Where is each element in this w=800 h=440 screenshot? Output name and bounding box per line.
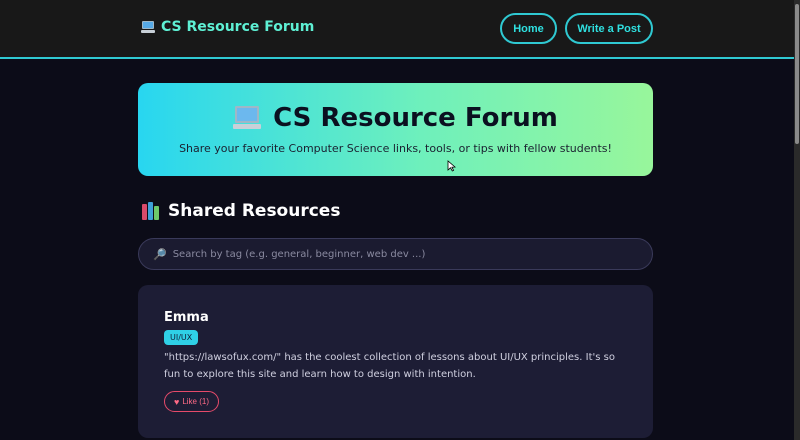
section-heading: Shared Resources <box>142 201 340 221</box>
section-title: Shared Resources <box>168 201 341 221</box>
books-icon <box>142 202 160 220</box>
write-post-button[interactable]: Write a Post <box>565 13 653 44</box>
laptop-icon <box>141 21 155 33</box>
search-bar[interactable]: 🔎 <box>138 238 653 270</box>
navbar: CS Resource Forum Home Write a Post <box>0 0 794 59</box>
brand[interactable]: CS Resource Forum <box>141 19 314 35</box>
home-button[interactable]: Home <box>500 13 557 44</box>
hero-title-row: CS Resource Forum <box>138 103 653 133</box>
mouse-cursor-icon <box>447 160 456 172</box>
post-author: Emma <box>164 310 209 325</box>
post-tag[interactable]: UI/UX <box>164 330 199 345</box>
like-label: Like (1) <box>182 397 210 406</box>
magnifier-icon: 🔎 <box>153 247 167 261</box>
hero-title: CS Resource Forum <box>273 103 558 133</box>
post-body: "https://lawsofux.com/" has the coolest … <box>164 352 615 380</box>
like-button[interactable]: ♥ Like (1) <box>164 391 219 412</box>
heart-icon: ♥ <box>173 396 180 407</box>
scrollbar-thumb[interactable] <box>795 4 799 144</box>
laptop-icon <box>233 106 262 130</box>
hero-banner: CS Resource Forum Share your favorite Co… <box>138 83 653 176</box>
post-card: Emma UI/UX "https://lawsofux.com/" has t… <box>138 285 653 438</box>
hero-subtitle: Share your favorite Computer Science lin… <box>179 142 612 155</box>
brand-title[interactable]: CS Resource Forum <box>161 19 314 35</box>
search-input[interactable] <box>172 248 633 260</box>
